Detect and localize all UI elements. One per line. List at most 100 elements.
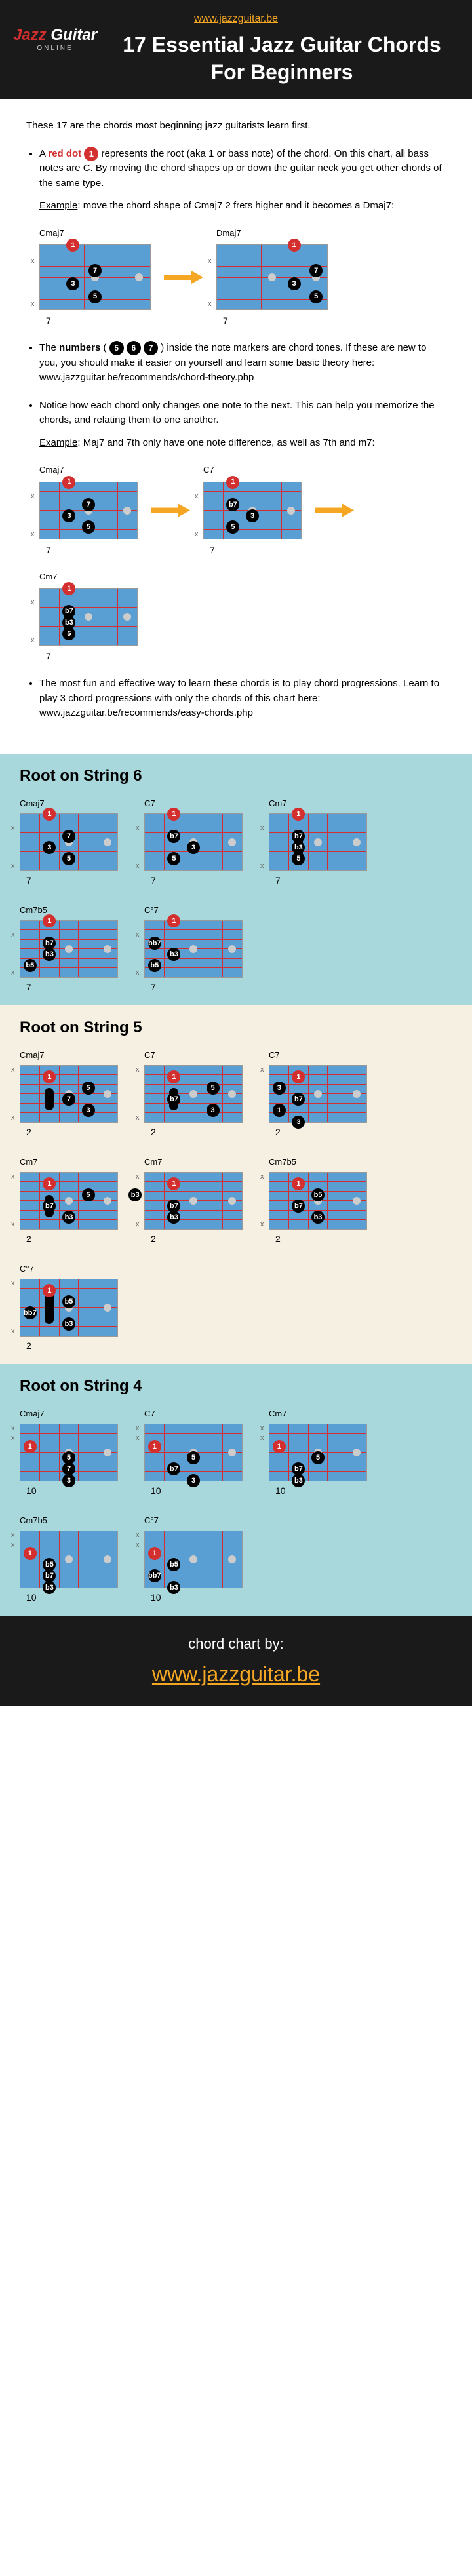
fret-inlay-icon xyxy=(353,838,361,846)
muted-string-icon: x xyxy=(11,931,15,939)
chord-tone-dot: b7 xyxy=(167,1462,180,1475)
muted-string-icon: x xyxy=(31,529,35,540)
fret-inlay-icon xyxy=(65,1197,73,1205)
chord-tone-dot: b5 xyxy=(62,1295,75,1308)
tone-dot-icon: 6 xyxy=(127,341,141,355)
fret-inlay-icon xyxy=(104,1304,111,1312)
chord-tone-dot: b7 xyxy=(43,1200,56,1213)
chord-tone-dot: 7 xyxy=(62,830,75,843)
chord-tone-dot: 5 xyxy=(226,520,239,534)
fretboard-diagram: xx1573 xyxy=(20,1065,118,1123)
fret-number: 10 xyxy=(26,1485,118,1496)
root-note-dot: 1 xyxy=(43,808,56,821)
chord-diagram: Cm7xx15b7b310 xyxy=(269,1409,367,1496)
chord-tone-dot: 3 xyxy=(66,277,79,290)
logo: Jazz Guitar ONLINE xyxy=(13,26,97,52)
fretboard-diagram: xx1735 xyxy=(20,813,118,871)
section-title: Root on String 4 xyxy=(20,1377,452,1395)
chord-tone-dot: b3 xyxy=(62,1317,75,1331)
muted-string-icon: x xyxy=(11,1541,15,1549)
muted-string-icon: x xyxy=(11,862,15,870)
chord-tone-dot: bb7 xyxy=(24,1306,37,1319)
fretboard-diagram: xx15b73 xyxy=(144,1424,243,1481)
arrow-icon xyxy=(164,271,203,284)
header: www.jazzguitar.be Jazz Guitar ONLINE 17 … xyxy=(0,0,472,99)
page-title: 17 Essential Jazz Guitar Chords For Begi… xyxy=(105,31,459,86)
fret-number: 2 xyxy=(26,1234,118,1244)
fretboard-diagram: xx1573 xyxy=(20,1424,118,1481)
chord-tone-dot: 3 xyxy=(206,1104,220,1117)
chord-tone-dot: 3 xyxy=(43,841,56,854)
fret-number: 7 xyxy=(151,875,243,886)
theory-link[interactable]: www.jazzguitar.be/recommends/chord-theor… xyxy=(39,372,254,383)
fret-inlay-icon xyxy=(104,838,111,846)
text: represents the root (aka 1 or bass note)… xyxy=(39,148,442,189)
chord-tone-dot: 3 xyxy=(288,277,301,290)
chord-diagram: Cmaj7xx17357 xyxy=(20,798,118,886)
chord-tone-dot: 3 xyxy=(62,1474,75,1487)
chord-diagram: Cm7xx15b7b32 xyxy=(20,1157,118,1244)
bullet-numbers: The numbers ( 5 6 7 ) inside the note ma… xyxy=(39,341,446,385)
chord-diagram: Cmaj7xx15732 xyxy=(20,1050,118,1137)
fretboard-diagram: xx1b5bb7b3 xyxy=(144,1531,243,1588)
arrow-icon xyxy=(315,503,354,517)
muted-string-icon: x xyxy=(136,1541,140,1549)
muted-string-icon: x xyxy=(11,1114,15,1122)
root-note-dot: 1 xyxy=(292,1177,305,1190)
muted-string-icon: x xyxy=(260,1173,264,1181)
root-note-dot: 1 xyxy=(148,1440,161,1453)
chord-tone-dot: b7 xyxy=(167,830,180,843)
fret-inlay-icon xyxy=(228,838,236,846)
footer-url-link[interactable]: www.jazzguitar.be xyxy=(152,1662,320,1686)
fret-inlay-icon xyxy=(189,945,197,953)
fretboard-diagram: xx1735 xyxy=(39,244,151,310)
chord-tone-dot: b7 xyxy=(226,498,239,511)
fret-inlay-icon xyxy=(228,1449,236,1456)
content-area: These 17 are the chords most beginning j… xyxy=(0,99,472,754)
root-note-dot: 1 xyxy=(43,914,56,927)
muted-string-icon: x xyxy=(11,1173,15,1181)
chord-label: Cm7b5 xyxy=(20,1515,118,1525)
chord-tone-dot: b7 xyxy=(167,1093,180,1106)
muted-string-icon: x xyxy=(11,1279,15,1287)
footer: chord chart by: www.jazzguitar.be xyxy=(0,1616,472,1706)
bullet-root-dot: A red dot 1 represents the root (aka 1 o… xyxy=(39,147,446,328)
fret-inlay-icon xyxy=(104,945,111,953)
chord-tone-dot: b3 xyxy=(292,1474,305,1487)
root-note-dot: 1 xyxy=(167,1177,180,1190)
muted-string-icon: x xyxy=(260,1220,264,1228)
easy-chords-link[interactable]: www.jazzguitar.be/recommends/easy-chords… xyxy=(39,707,253,718)
muted-string-icon: x xyxy=(260,1066,264,1074)
chord-diagram: C7xx15b7310 xyxy=(144,1409,243,1496)
chord-label: Cmaj7 xyxy=(20,1050,118,1060)
muted-string-icon: x xyxy=(11,1531,15,1539)
fret-inlay-icon xyxy=(189,1090,197,1098)
fret-number: 10 xyxy=(151,1485,243,1496)
fret-number: 7 xyxy=(26,982,118,992)
chord-label: C°7 xyxy=(20,1264,118,1274)
chord-tone-dot: 3 xyxy=(273,1082,286,1095)
chord-tone-dot: b3 xyxy=(311,1211,324,1224)
muted-string-icon: x xyxy=(260,862,264,870)
root-note-dot: 1 xyxy=(273,1440,286,1453)
chord-tone-dot: 5 xyxy=(62,852,75,865)
muted-string-icon: x xyxy=(31,256,35,267)
chord-tone-dot: 7 xyxy=(82,498,95,511)
intro-text: These 17 are the chords most beginning j… xyxy=(26,119,446,134)
fret-number: 7 xyxy=(46,543,138,557)
root-note-dot: 1 xyxy=(167,808,180,821)
diagram: Cm7 xx1b7b35 7 xyxy=(39,570,138,664)
chord-tone-dot: 5 xyxy=(206,1082,220,1095)
fretboard-diagram: xx1735 xyxy=(39,482,138,539)
fretboard-diagram: x13b713 xyxy=(269,1065,367,1123)
fret-number: 7 xyxy=(26,875,118,886)
footer-label: chord chart by: xyxy=(20,1635,452,1652)
muted-string-icon: x xyxy=(11,1220,15,1228)
chord-tone-dot: bb7 xyxy=(148,937,161,950)
header-url-link[interactable]: www.jazzguitar.be xyxy=(13,13,459,25)
root-note-dot: 1 xyxy=(148,1547,161,1560)
text: The xyxy=(39,342,59,353)
fret-number: 7 xyxy=(151,982,243,992)
root-note-dot: 1 xyxy=(24,1547,37,1560)
fret-inlay-icon xyxy=(228,945,236,953)
